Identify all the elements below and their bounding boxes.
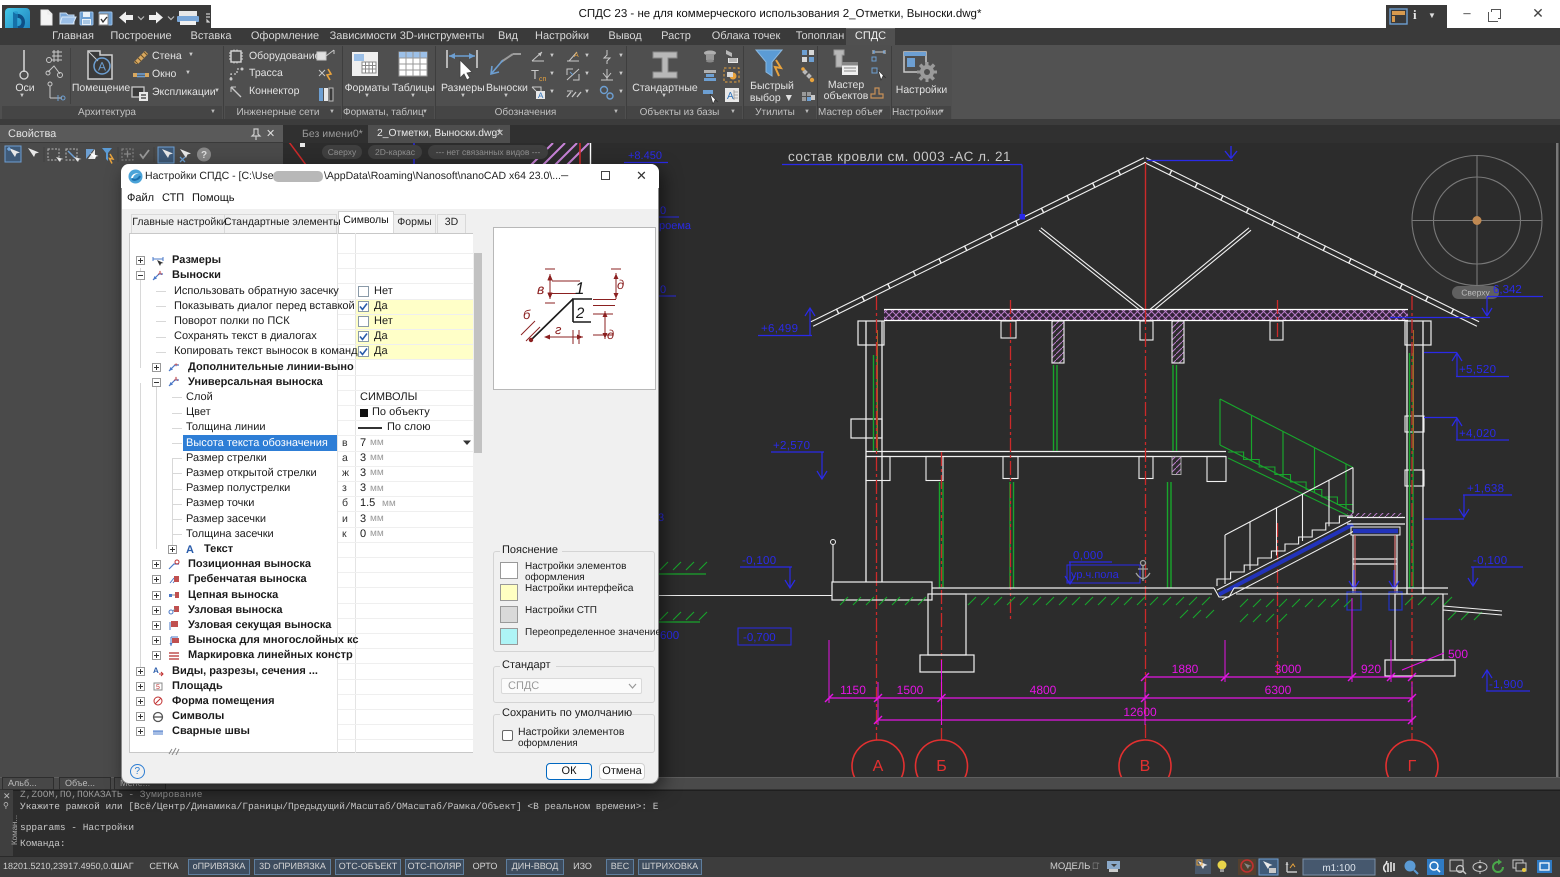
svg-text:1150: 1150 — [840, 683, 866, 697]
svg-text:3000: 3000 — [1275, 662, 1302, 676]
svg-text:2: 2 — [575, 305, 585, 322]
svg-text:+6,499: +6,499 — [761, 323, 798, 335]
svg-text:В: В — [1140, 758, 1151, 775]
svg-text:+2,570: +2,570 — [773, 440, 810, 452]
svg-text:+5,520: +5,520 — [1459, 364, 1496, 376]
svg-text:1880: 1880 — [1172, 662, 1199, 676]
svg-text:1: 1 — [575, 279, 584, 298]
svg-text:A: A — [174, 376, 178, 383]
svg-text:2D-каркас: 2D-каркас — [375, 147, 416, 157]
svg-text:состав кровли см. 0003 -АС л.: состав кровли см. 0003 -АС л. 21 — [788, 149, 1011, 164]
svg-text:ур.ч.пола: ур.ч.пола — [1071, 569, 1120, 581]
svg-text:920: 920 — [1361, 662, 1381, 676]
svg-text:+1,638: +1,638 — [1467, 483, 1504, 495]
svg-text:Сверху: Сверху — [1461, 288, 1490, 298]
svg-text:A: A — [186, 544, 194, 555]
svg-text:-1,900: -1,900 — [1489, 679, 1523, 691]
svg-text:500: 500 — [1448, 647, 1468, 661]
svg-text:б: б — [523, 307, 531, 322]
svg-text:0: 0 — [660, 284, 666, 296]
svg-text:6300: 6300 — [1265, 683, 1292, 697]
svg-text:A: A — [158, 270, 162, 277]
svg-text:A: A — [153, 666, 159, 675]
svg-text:д: д — [607, 327, 614, 342]
svg-text:роема: роема — [659, 220, 692, 232]
svg-text:Б: Б — [936, 758, 947, 775]
svg-text:в: в — [537, 281, 544, 297]
svg-text:600: 600 — [660, 630, 679, 642]
svg-text:-0,100: -0,100 — [1473, 555, 1507, 567]
svg-text:+4,020: +4,020 — [1459, 428, 1496, 440]
svg-text:Г: Г — [1408, 758, 1417, 775]
svg-text:6,342: 6,342 — [1493, 284, 1522, 296]
svg-text:4800: 4800 — [1030, 683, 1057, 697]
svg-text:0,000: 0,000 — [1073, 550, 1103, 562]
svg-text:д: д — [617, 277, 624, 292]
svg-text:1500: 1500 — [897, 683, 924, 697]
svg-text:-0,700: -0,700 — [743, 632, 776, 644]
svg-text:5: 5 — [156, 684, 160, 691]
svg-text:0: 0 — [660, 205, 666, 217]
svg-text:+: + — [174, 362, 178, 369]
svg-text:Сверху: Сверху — [328, 147, 357, 157]
svg-text:А: А — [873, 758, 884, 775]
svg-text:-0,100: -0,100 — [742, 555, 776, 567]
svg-text:12600: 12600 — [1123, 705, 1157, 719]
svg-text:г: г — [555, 322, 562, 337]
svg-text:--- нет связанных видов ---: --- нет связанных видов --- — [436, 147, 541, 157]
svg-text:+8.450: +8.450 — [628, 150, 662, 162]
